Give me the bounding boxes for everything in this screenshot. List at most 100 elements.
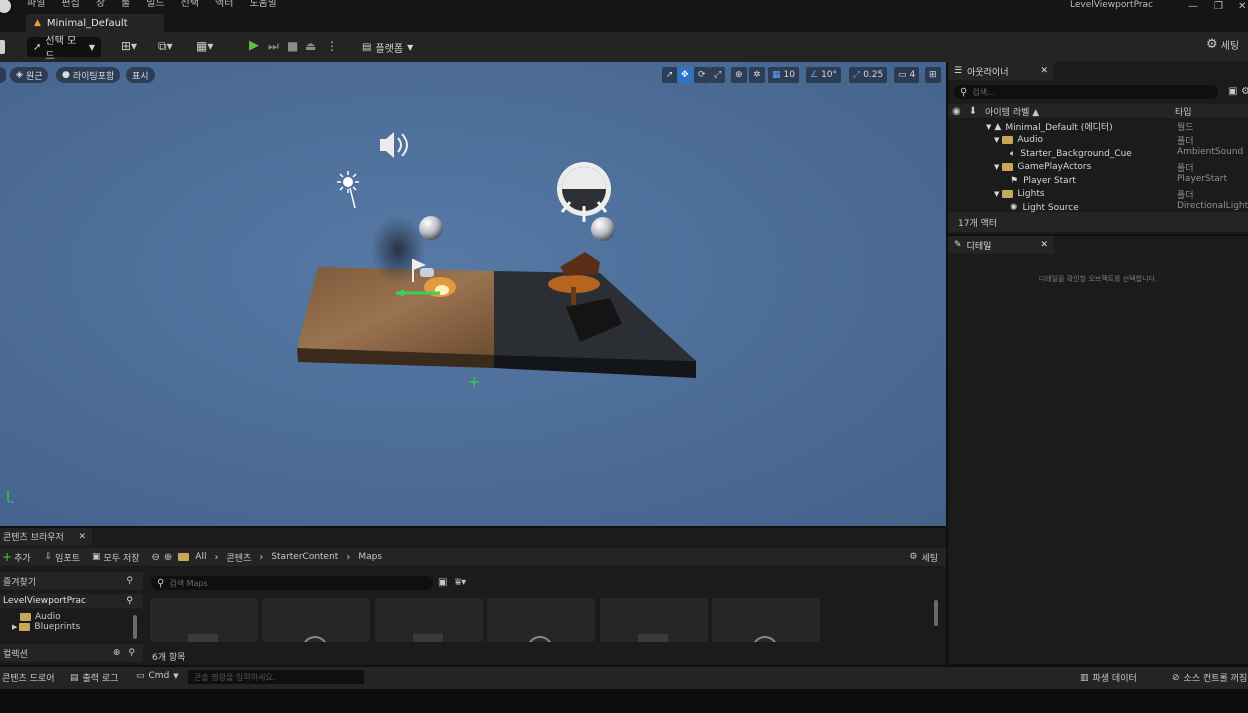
translate-tool-icon[interactable]: ✥ — [677, 67, 693, 83]
content-settings-button[interactable]: ⚙ 세팅 — [909, 551, 938, 564]
asset-search[interactable]: ⚲ 검색 Maps — [151, 576, 433, 590]
outliner-panel: ☰ 아웃라이너 ✕ ⚲ 검색... ▣ ⚙ ◉ ⬇ 아이템 라벨 ▲ 타입 ▼ … — [948, 62, 1248, 234]
perspective-button[interactable]: ◈ 원근 — [10, 67, 49, 83]
menu-file[interactable]: 파일 — [27, 0, 45, 9]
close-tab-icon[interactable]: ✕ — [78, 532, 86, 542]
show-button[interactable]: 표시 — [126, 67, 155, 83]
play-button[interactable]: ▶ — [249, 38, 259, 53]
search-icon[interactable]: ⚲ — [126, 576, 133, 586]
close-tab-icon[interactable]: ✕ — [1040, 66, 1048, 76]
show-label: 표시 — [132, 71, 149, 82]
level-viewport[interactable]: ◈ 원근 ● 라이팅포함 표시 ➚ ✥ ⟳ ⤢ ⊕ ✲ ▦ 10 ∠ 10° ⤢… — [0, 62, 946, 526]
level-tab[interactable]: ▲ Minimal_Default — [26, 14, 164, 32]
tree-row-gameplay[interactable]: ▼ GamePlayActors — [994, 161, 1091, 175]
details-empty-message: 디테일을 확인할 오브젝트를 선택합니다. — [1038, 275, 1158, 283]
output-log-button[interactable]: ▤ 출력 로그 — [70, 671, 119, 685]
surface-snap-icon[interactable]: ✲ — [749, 67, 765, 83]
rotate-tool-icon[interactable]: ⟳ — [694, 67, 710, 83]
save-all-button[interactable]: ▣ 모두 저장 — [92, 551, 140, 564]
add-actor-icon[interactable]: ⊞▾ — [121, 39, 137, 53]
scale-tool-icon[interactable]: ⤢ — [710, 67, 726, 83]
view-mode-button[interactable]: ● 라이팅포함 — [56, 67, 121, 83]
scale-snap-button[interactable]: ⤢ 0.25 — [849, 67, 888, 83]
breadcrumb-all[interactable]: All — [195, 552, 206, 562]
content-drawer-button[interactable]: 콘텐츠 드로어 — [2, 671, 55, 684]
menu-build[interactable]: 빌드 — [146, 0, 164, 9]
platforms-dropdown[interactable]: ▤ 플랫폼 ▼ — [356, 37, 419, 57]
tree-row-world[interactable]: ▼ ▲ Minimal_Default (에디터) — [986, 120, 1113, 134]
cinematics-icon[interactable]: ▦▾ — [196, 39, 213, 53]
grid-snap-button[interactable]: ▦ 10 — [768, 67, 799, 83]
settings-button[interactable]: ⚙ 세팅 — [1206, 37, 1239, 52]
asset-tile[interactable] — [375, 598, 483, 642]
details-tab[interactable]: ✎ 디테일 ✕ — [948, 236, 1054, 254]
collections-header[interactable]: 컬렉션 ⊕ ⚲ — [0, 644, 143, 662]
stop-icon[interactable]: ■ — [287, 39, 298, 53]
filter-icon[interactable]: ⩸▾ — [455, 577, 466, 588]
asset-tile[interactable] — [600, 598, 708, 642]
close-window-button[interactable]: ✕ — [1238, 1, 1246, 12]
menu-tools[interactable]: 툴 — [121, 0, 130, 9]
visibility-icon[interactable]: ◉ — [952, 106, 961, 117]
layout-icon[interactable]: ⊞ — [925, 67, 941, 83]
search-icon[interactable]: ⚲ — [128, 648, 135, 658]
world-space-icon[interactable]: ⊕ — [731, 67, 747, 83]
save-icon[interactable] — [0, 40, 5, 54]
camera-speed-button[interactable]: ▭ 4 — [894, 67, 920, 83]
tree-blueprints[interactable]: ▶ Blueprints — [0, 622, 143, 632]
breadcrumb-maps[interactable]: Maps — [358, 552, 382, 562]
breadcrumb-content[interactable]: 콘텐츠 — [226, 551, 251, 564]
tree-row-player-start[interactable]: ⚑ Player Start — [1010, 174, 1076, 188]
tree-audio[interactable]: Audio — [0, 612, 143, 622]
type-column[interactable]: 타입 — [1175, 105, 1192, 118]
import-button[interactable]: ⇩ 임포트 — [45, 551, 80, 564]
asset-tile[interactable] — [262, 598, 370, 642]
item-label-column[interactable]: 아이템 라벨 ▲ — [985, 105, 1039, 118]
asset-tile[interactable] — [487, 598, 595, 642]
menu-edit[interactable]: 편집 — [61, 0, 79, 9]
derived-data-button[interactable]: ▥ 파생 데이터 — [1080, 671, 1137, 685]
project-header[interactable]: LevelViewportPrac ⚲ — [0, 594, 143, 608]
menu-help[interactable]: 도움말 — [249, 0, 277, 9]
blueprint-icon[interactable]: ⧉▾ — [158, 39, 173, 54]
cmd-dropdown[interactable]: ▭ Cmd ▼ — [136, 671, 179, 681]
save-search-icon[interactable]: ▣ — [438, 577, 447, 588]
play-options-icon[interactable]: ⋮ — [326, 39, 338, 53]
step-icon[interactable]: ⏭ — [268, 39, 279, 54]
collections-label: 컬렉션 — [3, 649, 28, 660]
history-back-icon[interactable]: ⊖ — [152, 552, 160, 563]
search-icon[interactable]: ⚲ — [126, 596, 133, 606]
minimize-button[interactable]: — — [1188, 1, 1198, 12]
assets-scrollbar[interactable] — [934, 600, 938, 626]
outliner-settings-icon[interactable]: ⚙ — [1241, 86, 1248, 97]
outliner-search[interactable]: ⚲ 검색... — [954, 85, 1218, 99]
content-browser-tab[interactable]: 콘텐츠 브라우저 ✕ — [0, 528, 92, 545]
add-button[interactable]: + 추가 — [2, 550, 31, 564]
tree-row-lights[interactable]: ▼ Lights — [994, 188, 1045, 202]
breadcrumb-starter-content[interactable]: StarterContent — [271, 552, 338, 562]
pin-icon[interactable]: ⬇ — [969, 106, 977, 117]
console-input[interactable]: 콘솔 명령을 입력하세요. — [188, 670, 364, 684]
asset-tile[interactable] — [712, 598, 820, 642]
sources-scrollbar[interactable] — [133, 615, 137, 639]
eject-icon[interactable]: ⏏ — [305, 39, 316, 53]
favorites-header[interactable]: 즐겨찾기 ⚲ — [0, 572, 143, 590]
close-tab-icon[interactable]: ✕ — [1040, 240, 1048, 250]
history-forward-icon[interactable]: ⊕ — [164, 552, 172, 563]
restore-button[interactable]: ❐ — [1214, 1, 1223, 12]
asset-tile[interactable] — [150, 598, 258, 642]
menu-select[interactable]: 선택 — [181, 0, 199, 9]
select-tool-icon[interactable]: ➚ — [662, 67, 678, 83]
select-mode-dropdown[interactable]: ➚ 선택 모드 ▼ — [27, 36, 101, 62]
menu-window[interactable]: 창 — [96, 0, 105, 9]
add-folder-icon[interactable]: ▣ — [1228, 86, 1237, 97]
tree-row-label: Starter_Background_Cue — [1020, 148, 1132, 159]
content-settings-label: 세팅 — [921, 553, 938, 564]
tree-row-sound[interactable]: 🔈︎ Starter_Background_Cue — [1010, 147, 1132, 161]
tree-row-audio[interactable]: ▼ Audio — [994, 134, 1043, 148]
menu-actor[interactable]: 액터 — [215, 0, 233, 9]
rotation-snap-button[interactable]: ∠ 10° — [806, 67, 842, 83]
outliner-tab[interactable]: ☰ 아웃라이너 ✕ — [948, 62, 1054, 80]
source-control-button[interactable]: ⊘ 소스 컨트롤 꺼짐 — [1172, 671, 1247, 685]
add-collection-icon[interactable]: ⊕ — [113, 648, 121, 658]
